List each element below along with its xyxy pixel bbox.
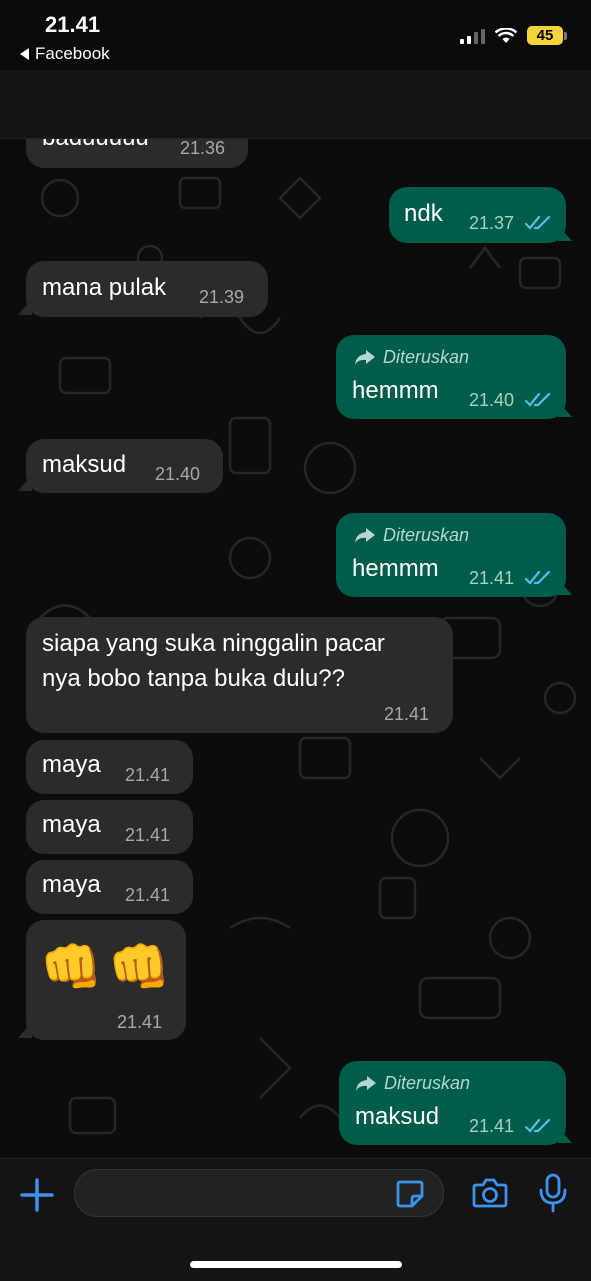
message-time: 21.41 [384,704,430,724]
message-text: maya [42,811,101,838]
camera-icon [472,1178,508,1208]
clock: 21.41 [45,12,101,37]
message-time: 21.41 [117,1012,163,1032]
video-call-button[interactable] [434,87,476,122]
unread-count: 5 [36,88,49,113]
message-time: 21.37 [469,213,515,233]
back-chevron-icon [13,86,28,116]
message-text: maya [42,751,101,778]
double-check-icon [525,392,551,407]
voice-note-button[interactable] [538,1173,568,1218]
message-time: 21.40 [155,464,201,484]
incoming-message[interactable]: siapa yang suka ninggalin pacar nya bobo… [26,617,453,733]
message-text: hemmm [352,555,439,582]
camera-button[interactable] [472,1177,508,1214]
incoming-message[interactable]: maksud 21.40 [26,439,223,493]
message-text-line-2: nya bobo tanpa buka dulu?? [42,665,345,692]
forwarded-outgoing-message[interactable]: Diteruskan hemmm 21.41 [336,513,566,597]
message-time: 21.40 [469,390,515,410]
message-time: 21.41 [125,825,171,845]
contact-name[interactable]: ⁺˚ ‹ bububb✦˚ ଓ 😼 [167,80,362,106]
message-text-line-1: siapa yang suka ninggalin pacar [42,630,385,657]
microphone-icon [539,1173,567,1213]
message-time: 21.41 [469,568,515,588]
double-check-icon [525,1118,551,1133]
sticker-icon [396,1180,424,1208]
message-time: 21.41 [125,885,171,905]
wifi-icon [495,27,517,43]
sticker-button[interactable] [395,1179,425,1214]
forwarded-label: Diteruskan [354,347,469,368]
message-text: ndk [404,200,443,227]
message-text: maksud [42,451,127,478]
back-to-app-link[interactable]: Facebook [20,44,110,64]
forwarded-label: Diteruskan [355,1073,470,1094]
incoming-message[interactable]: maya 21.41 [26,740,193,794]
message-time: 21.41 [125,765,171,785]
message-text: hemmm [352,377,439,404]
incoming-message[interactable]: maya 21.41 [26,800,193,854]
incoming-message[interactable]: baduuuuu 21.36 [26,112,248,168]
message-text: maya [42,871,101,898]
message-composer [0,1158,591,1281]
forwarded-outgoing-message[interactable]: Diteruskan hemmm 21.40 [336,335,566,419]
message-time: 21.39 [199,287,245,307]
forward-arrow-icon [355,349,375,365]
forwarded-outgoing-message[interactable]: Diteruskan maksud 21.41 [339,1061,566,1145]
incoming-message[interactable]: maya 21.41 [26,860,193,914]
incoming-message[interactable]: mana pulak 21.39 [26,261,268,317]
home-indicator[interactable] [190,1261,402,1268]
double-check-icon [525,570,551,585]
attach-button[interactable] [19,1177,55,1218]
phone-call-icon [514,86,548,120]
outgoing-message[interactable]: ndk 21.37 [389,187,566,243]
forward-arrow-icon [355,527,375,543]
forwarded-label: Diteruskan [354,525,469,546]
voice-call-button[interactable] [513,85,549,126]
message-time: 21.36 [180,138,226,158]
forward-arrow-icon [356,1075,376,1091]
message-input[interactable] [74,1169,444,1217]
video-call-icon [434,88,476,116]
plus-icon [20,1178,54,1212]
emoji-message[interactable]: 👊 👊 21.41 [26,920,186,1040]
back-app-label: Facebook [35,44,110,63]
double-check-icon [525,215,551,230]
battery-level: 45 [527,26,563,45]
fist-emoji-1: 👊 [40,939,103,995]
status-bar: 21.41 Facebook 45 [0,0,591,70]
fist-emoji-2: 👊 [108,939,171,995]
battery-indicator: 45 [527,26,567,45]
message-text: baduuuuu [42,124,149,151]
message-text: maksud [355,1103,440,1130]
message-text: mana pulak [42,274,167,301]
back-triangle-icon [20,48,29,60]
message-time: 21.41 [469,1116,515,1136]
cellular-signal-icon [460,28,485,44]
